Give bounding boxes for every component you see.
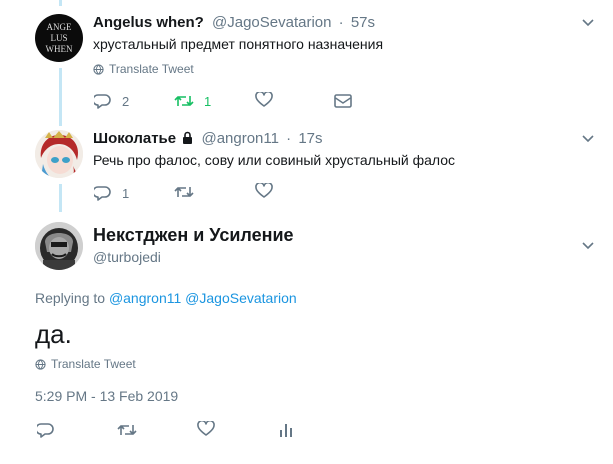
tweet-text: хрустальный предмет понятного назначения	[93, 36, 384, 52]
chevron-down-icon[interactable]	[581, 134, 595, 144]
retweet-icon	[174, 96, 194, 106]
handle[interactable]: @JagoSevatarion	[212, 14, 331, 31]
timestamp[interactable]: 57s	[351, 14, 375, 31]
tweet-header: Angelus when? @JagoSevatarion · 57s	[93, 14, 376, 31]
avatar-text-line: LUS	[50, 33, 67, 43]
globe-icon	[35, 358, 46, 370]
retweet-count: 1	[204, 93, 212, 109]
tweet-header: Шоколатье @angron11 · 17s	[93, 130, 323, 147]
analytics-icon[interactable]	[279, 422, 293, 438]
mention-link[interactable]: @JagoSevatarion	[185, 290, 297, 306]
avatar-angelus[interactable]: ANGE LUS WHEN	[35, 14, 83, 62]
main-handle[interactable]: @turbojedi	[93, 249, 161, 265]
handle[interactable]: @angron11	[201, 130, 279, 147]
reply-action[interactable]: 1	[94, 185, 129, 201]
like-icon[interactable]	[255, 92, 273, 108]
thread-line	[59, 0, 62, 6]
avatar-turbojedi[interactable]	[35, 222, 83, 270]
chevron-down-icon[interactable]	[581, 241, 595, 251]
translate-label: Translate Tweet	[109, 62, 194, 76]
avatar-shokolatie[interactable]	[35, 130, 83, 178]
main-tweet-text: да.	[35, 319, 72, 349]
thread-line	[59, 68, 62, 126]
retweet-action[interactable]: 1	[174, 93, 211, 109]
thread-line	[59, 184, 62, 212]
mention-link[interactable]: @angron11	[109, 290, 181, 306]
translate-tweet-link[interactable]: Translate Tweet	[35, 357, 136, 371]
translate-label: Translate Tweet	[51, 357, 136, 371]
reply-count: 2	[122, 93, 130, 109]
like-icon[interactable]	[255, 183, 273, 199]
tweet-text: Речь про фалос, сову или совиный хрустал…	[93, 152, 456, 168]
avatar-text-line: ANGE	[47, 22, 72, 32]
globe-icon	[93, 63, 104, 75]
avatar-text-line: WHEN	[46, 44, 73, 54]
lock-icon	[183, 131, 193, 144]
reply-icon	[94, 186, 111, 201]
timestamp[interactable]: 17s	[298, 130, 322, 147]
display-name[interactable]: Angelus when?	[93, 14, 204, 31]
like-icon[interactable]	[197, 421, 215, 437]
display-name[interactable]: Шоколатье	[93, 130, 176, 147]
retweet-icon[interactable]	[117, 422, 137, 438]
reply-icon	[94, 94, 111, 109]
reply-count: 1	[122, 185, 130, 201]
retweet-icon[interactable]	[174, 184, 194, 200]
replying-to: Replying to @angron11 @JagoSevatarion	[35, 290, 297, 306]
reply-action[interactable]: 2	[94, 93, 129, 109]
chevron-down-icon[interactable]	[581, 18, 595, 28]
translate-tweet-link[interactable]: Translate Tweet	[93, 62, 194, 76]
mail-icon[interactable]	[334, 94, 352, 108]
main-display-name[interactable]: Некстджен и Усиление	[93, 225, 294, 246]
tweet-timestamp[interactable]: 5:29 PM - 13 Feb 2019	[35, 388, 178, 404]
replying-to-label: Replying to	[35, 290, 106, 306]
reply-icon[interactable]	[37, 422, 55, 438]
